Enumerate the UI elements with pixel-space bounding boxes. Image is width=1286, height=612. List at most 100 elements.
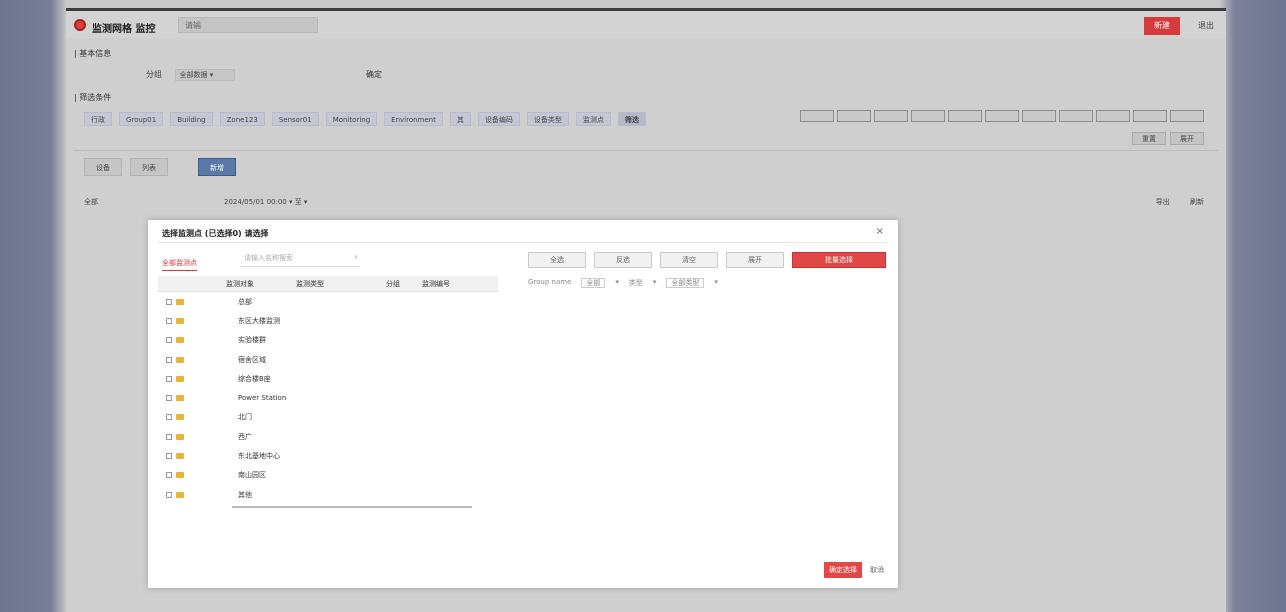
confirm-link[interactable]: 确定 xyxy=(366,69,382,80)
add-button[interactable]: 新增 xyxy=(198,158,236,176)
chevron-down-icon[interactable]: ▾ xyxy=(653,278,657,288)
column-header xyxy=(158,276,226,291)
table-row[interactable]: 总部 xyxy=(158,292,498,311)
grid-toggle[interactable] xyxy=(874,110,908,122)
modal-filters: Group name 全部 ▾ 类型 ▾ 全部类型 ▾ xyxy=(528,278,718,288)
row-name: 总部 xyxy=(238,297,252,306)
logout-link[interactable]: 退出 xyxy=(1198,20,1214,31)
expand-button[interactable]: 展开 xyxy=(1170,132,1204,145)
filter-row: 全部 2024/05/01 00:00 ▾ 至 ▾ 导出 刷新 xyxy=(84,197,1204,207)
select-all-button[interactable]: 全选 xyxy=(528,252,586,268)
checkbox[interactable] xyxy=(166,414,172,421)
chevron-down-icon[interactable]: ▾ xyxy=(615,278,619,288)
column-header: 监测对象 xyxy=(226,280,254,288)
grid-toggle[interactable] xyxy=(837,110,871,122)
group-select[interactable]: 全部数据 ▾ xyxy=(174,69,235,81)
filter-actions-right: 导出 刷新 xyxy=(1138,197,1204,207)
grid-toggle[interactable] xyxy=(948,110,982,122)
row-name: 南山园区 xyxy=(238,471,266,480)
confirm-button[interactable]: 确定选择 xyxy=(824,562,862,578)
section-filter-label: | 筛选条件 xyxy=(74,93,112,102)
filter-chip[interactable]: 行政 xyxy=(84,112,112,126)
chevron-down-icon[interactable]: ▾ xyxy=(714,278,718,288)
export-button[interactable]: 导出 xyxy=(1156,198,1170,206)
checkbox[interactable] xyxy=(166,395,172,402)
modal-actions: 全选 反选 清空 展开 批量选择 xyxy=(528,252,886,268)
filter-actions: 重置 展开 xyxy=(1132,132,1204,145)
table-scrollbar[interactable] xyxy=(232,506,472,508)
checkbox[interactable] xyxy=(166,375,172,382)
close-icon[interactable]: × xyxy=(876,226,884,237)
modal-search-input[interactable]: 请输入名称搜索 ⌕ xyxy=(240,253,360,267)
select-point-modal: 选择监测点 (已选择0) 请选择 × 全部监测点 请输入名称搜索 ⌕ 全选 反选… xyxy=(148,220,898,588)
row-name: 综合楼B座 xyxy=(238,374,271,383)
logo-icon xyxy=(74,19,86,31)
row-name: 其他 xyxy=(238,490,252,499)
row-name: Power Station xyxy=(238,394,287,403)
checkbox[interactable] xyxy=(166,453,172,460)
top-search-input[interactable]: 请输 xyxy=(178,17,318,33)
new-button[interactable]: 新建 xyxy=(1144,17,1180,35)
checkbox[interactable] xyxy=(166,317,172,324)
folder-icon xyxy=(176,491,184,498)
grid-toggle[interactable] xyxy=(911,110,945,122)
grid-toggle-group xyxy=(800,110,1204,122)
filter-chip-active[interactable]: 筛选 xyxy=(617,112,646,126)
table-row[interactable]: 其他 xyxy=(158,485,498,504)
batch-select-button[interactable]: 批量选择 xyxy=(792,252,886,268)
checkbox[interactable] xyxy=(166,491,172,498)
refresh-button[interactable]: 刷新 xyxy=(1190,198,1204,206)
folder-icon xyxy=(176,356,184,363)
grid-toggle[interactable] xyxy=(800,110,834,122)
grid-toggle[interactable] xyxy=(1022,110,1056,122)
table-row[interactable]: 宿舍区域 xyxy=(158,350,498,369)
filter-chip[interactable]: Monitoring xyxy=(325,112,378,126)
checkbox[interactable] xyxy=(166,472,172,479)
table-row[interactable]: 西广 xyxy=(158,427,498,446)
reset-button[interactable]: 重置 xyxy=(1132,132,1166,145)
filter-chip[interactable]: Sensor01 xyxy=(271,112,319,126)
type-select[interactable]: 全部类型 xyxy=(666,278,705,288)
table-row[interactable]: Power Station xyxy=(158,388,498,407)
filter-chip[interactable]: Building xyxy=(170,112,213,126)
search-icon[interactable]: ⌕ xyxy=(354,253,358,262)
grid-toggle[interactable] xyxy=(1059,110,1093,122)
type-label: 类型 xyxy=(628,279,643,287)
table-row[interactable]: 北门 xyxy=(158,408,498,427)
section-basic-label: | 基本信息 xyxy=(74,49,112,58)
app-title: 监测网格 监控 xyxy=(92,24,156,35)
table-row[interactable]: 实验楼群 xyxy=(158,331,498,350)
grid-toggle[interactable] xyxy=(1096,110,1130,122)
filter-chip[interactable]: Zone123 xyxy=(219,112,265,126)
clear-button[interactable]: 清空 xyxy=(660,252,718,268)
checkbox[interactable] xyxy=(166,433,172,440)
table-row[interactable]: 综合楼B座 xyxy=(158,369,498,388)
cancel-button[interactable]: 取消 xyxy=(870,565,884,575)
grid-toggle[interactable] xyxy=(1133,110,1167,122)
expand-button[interactable]: 展开 xyxy=(726,252,784,268)
filter-chip[interactable]: 设备类型 xyxy=(526,112,569,126)
row-name: 东区大楼监测 xyxy=(238,316,280,325)
tab-list[interactable]: 列表 xyxy=(130,158,168,176)
invert-button[interactable]: 反选 xyxy=(594,252,652,268)
date-range-picker[interactable]: 2024/05/01 00:00 ▾ 至 ▾ xyxy=(224,197,307,207)
filter-chip[interactable]: 监测点 xyxy=(575,112,611,126)
checkbox[interactable] xyxy=(166,356,172,363)
tab-all-points[interactable]: 全部监测点 xyxy=(162,258,197,271)
group-label: 分组 xyxy=(146,70,162,79)
filter-chip[interactable]: Group01 xyxy=(119,112,164,126)
checkbox[interactable] xyxy=(166,298,172,305)
table-row[interactable]: 东北基地中心 xyxy=(158,446,498,465)
tab-devices[interactable]: 设备 xyxy=(84,158,122,176)
table-row[interactable]: 南山园区 xyxy=(158,466,498,485)
table-row[interactable]: 东区大楼监测 xyxy=(158,311,498,330)
grid-toggle[interactable] xyxy=(985,110,1019,122)
checkbox[interactable] xyxy=(166,337,172,344)
group-select[interactable]: 全部 xyxy=(581,278,606,288)
grid-toggle[interactable] xyxy=(1170,110,1204,122)
filter-chip[interactable]: Environment xyxy=(384,112,443,126)
filter-chip[interactable]: 设备编码 xyxy=(477,112,520,126)
modal-title: 选择监测点 (已选择0) 请选择 xyxy=(162,229,269,238)
folder-icon xyxy=(176,375,184,382)
filter-chip[interactable]: 其 xyxy=(449,112,471,126)
